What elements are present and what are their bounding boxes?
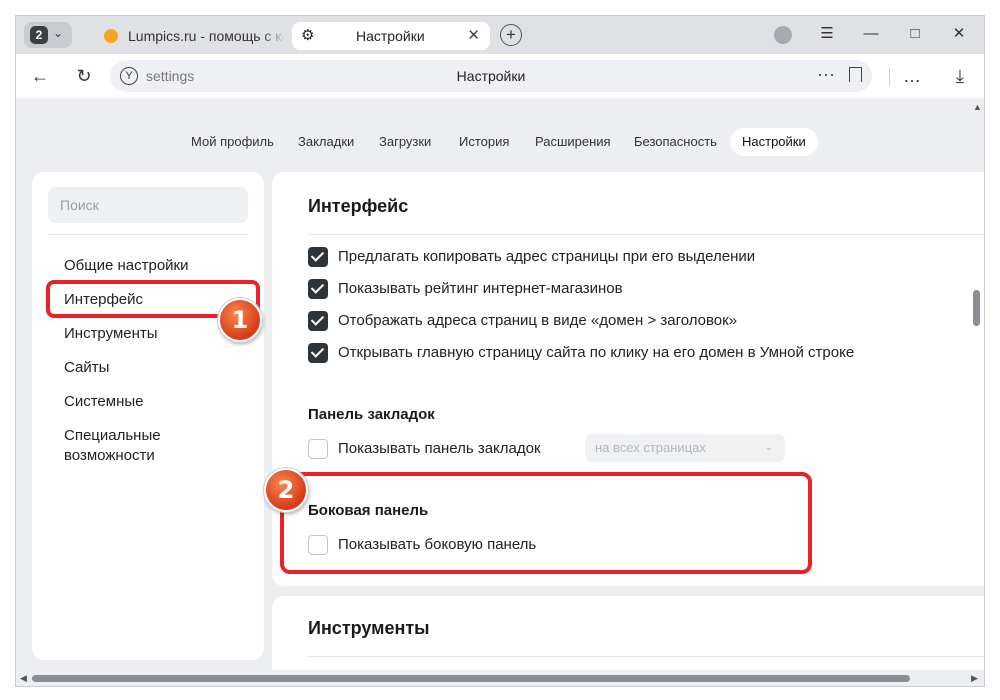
checkbox-checked[interactable]: [308, 343, 328, 363]
browser-window: 2 ⌄ Lumpics.ru - помощь с ко ⚙ Настройки…: [16, 16, 984, 686]
section-title-interface: Интерфейс: [308, 196, 409, 216]
settings-page: Мой профиль Закладки Загрузки История Ра…: [16, 98, 984, 686]
bookmarks-bar-pages-select[interactable]: на всех страницах ⌄: [585, 434, 785, 462]
tab-title: Настройки: [356, 28, 425, 44]
tab-settings[interactable]: ⚙ Настройки ✕: [292, 22, 490, 50]
checkbox-checked[interactable]: [308, 279, 328, 299]
checkbox-unchecked[interactable]: [308, 439, 328, 459]
section-title-tools: Инструменты: [308, 618, 430, 638]
settings-top-nav: Мой профиль Закладки Загрузки История Ра…: [16, 128, 984, 156]
nav-extensions[interactable]: Расширения: [535, 128, 611, 156]
horizontal-scroll-thumb[interactable]: [32, 675, 910, 682]
tab-count: 2: [30, 26, 48, 44]
tab-strip: 2 ⌄ Lumpics.ru - помощь с ко ⚙ Настройки…: [16, 16, 984, 54]
navigation-bar: ← ↻ Y settings Настройки ⋯ … ⤓: [16, 54, 984, 98]
checkbox-checked[interactable]: [308, 247, 328, 267]
highlight-frame-2: [280, 472, 812, 574]
nav-downloads[interactable]: Загрузки: [379, 128, 431, 156]
sidebar-item-accessibility[interactable]: Специальные возможности: [64, 426, 184, 466]
chevron-down-icon: ⌄: [53, 26, 64, 40]
new-tab-button[interactable]: +: [500, 24, 522, 46]
address-page-title: Настройки: [456, 68, 526, 84]
menu-icon[interactable]: ☰: [814, 22, 840, 46]
minimize-button[interactable]: —: [858, 22, 884, 46]
more-dots-icon[interactable]: ⋯: [817, 60, 836, 90]
yandex-logo-icon: Y: [120, 67, 138, 85]
step-badge-2: 2: [264, 468, 308, 512]
download-icon[interactable]: ⤓: [948, 64, 972, 88]
scroll-up-icon[interactable]: ▲: [973, 102, 982, 112]
address-url: settings: [146, 68, 195, 84]
horizontal-scrollbar[interactable]: ◀ ▶: [16, 670, 984, 686]
gear-icon: ⚙: [301, 27, 315, 44]
close-window-button[interactable]: ✕: [946, 22, 972, 46]
tab-counter-button[interactable]: 2 ⌄: [24, 22, 72, 48]
subsection-title-bookmarks-bar: Панель закладок: [308, 406, 435, 423]
nav-settings[interactable]: Настройки: [730, 128, 818, 156]
option-show-bookmarks-bar[interactable]: Показывать панель закладок на всех стран…: [308, 434, 808, 462]
sidebar-item-system[interactable]: Системные: [64, 392, 143, 412]
sidebar-item-tools[interactable]: Инструменты: [64, 324, 158, 344]
chevron-down-icon: ⌄: [764, 442, 773, 453]
checkbox-checked[interactable]: [308, 311, 328, 331]
back-arrow-icon[interactable]: ←: [28, 64, 52, 88]
step-badge-1: 1: [218, 298, 262, 342]
vertical-scrollbar[interactable]: ▲: [970, 98, 984, 668]
address-bar[interactable]: Y settings Настройки ⋯: [110, 60, 872, 92]
tab-lumpics[interactable]: Lumpics.ru - помощь с ко: [96, 21, 286, 51]
reload-icon[interactable]: ↻: [72, 64, 96, 88]
sidebar-item-general[interactable]: Общие настройки: [64, 256, 189, 276]
search-input[interactable]: Поиск: [48, 187, 248, 223]
nav-history[interactable]: История: [459, 128, 509, 156]
vertical-scroll-thumb[interactable]: [973, 290, 980, 326]
profile-avatar-icon[interactable]: [774, 26, 792, 44]
lumpics-favicon-icon: [104, 29, 118, 43]
menu-dots-icon[interactable]: …: [900, 64, 924, 88]
nav-profile[interactable]: Мой профиль: [191, 128, 274, 156]
nav-security[interactable]: Безопасность: [634, 128, 717, 156]
tab-title: Lumpics.ru - помощь с ко: [128, 28, 283, 44]
bookmark-icon[interactable]: [849, 67, 862, 82]
maximize-button[interactable]: □: [902, 22, 928, 46]
close-tab-icon[interactable]: ✕: [467, 22, 480, 50]
scroll-left-icon[interactable]: ◀: [20, 673, 27, 684]
sidebar-item-sites[interactable]: Сайты: [64, 358, 109, 378]
settings-sidebar: Поиск Общие настройки Интерфейс Инструме…: [32, 172, 264, 660]
scroll-right-icon[interactable]: ▶: [971, 673, 978, 684]
nav-bookmarks[interactable]: Закладки: [298, 128, 354, 156]
